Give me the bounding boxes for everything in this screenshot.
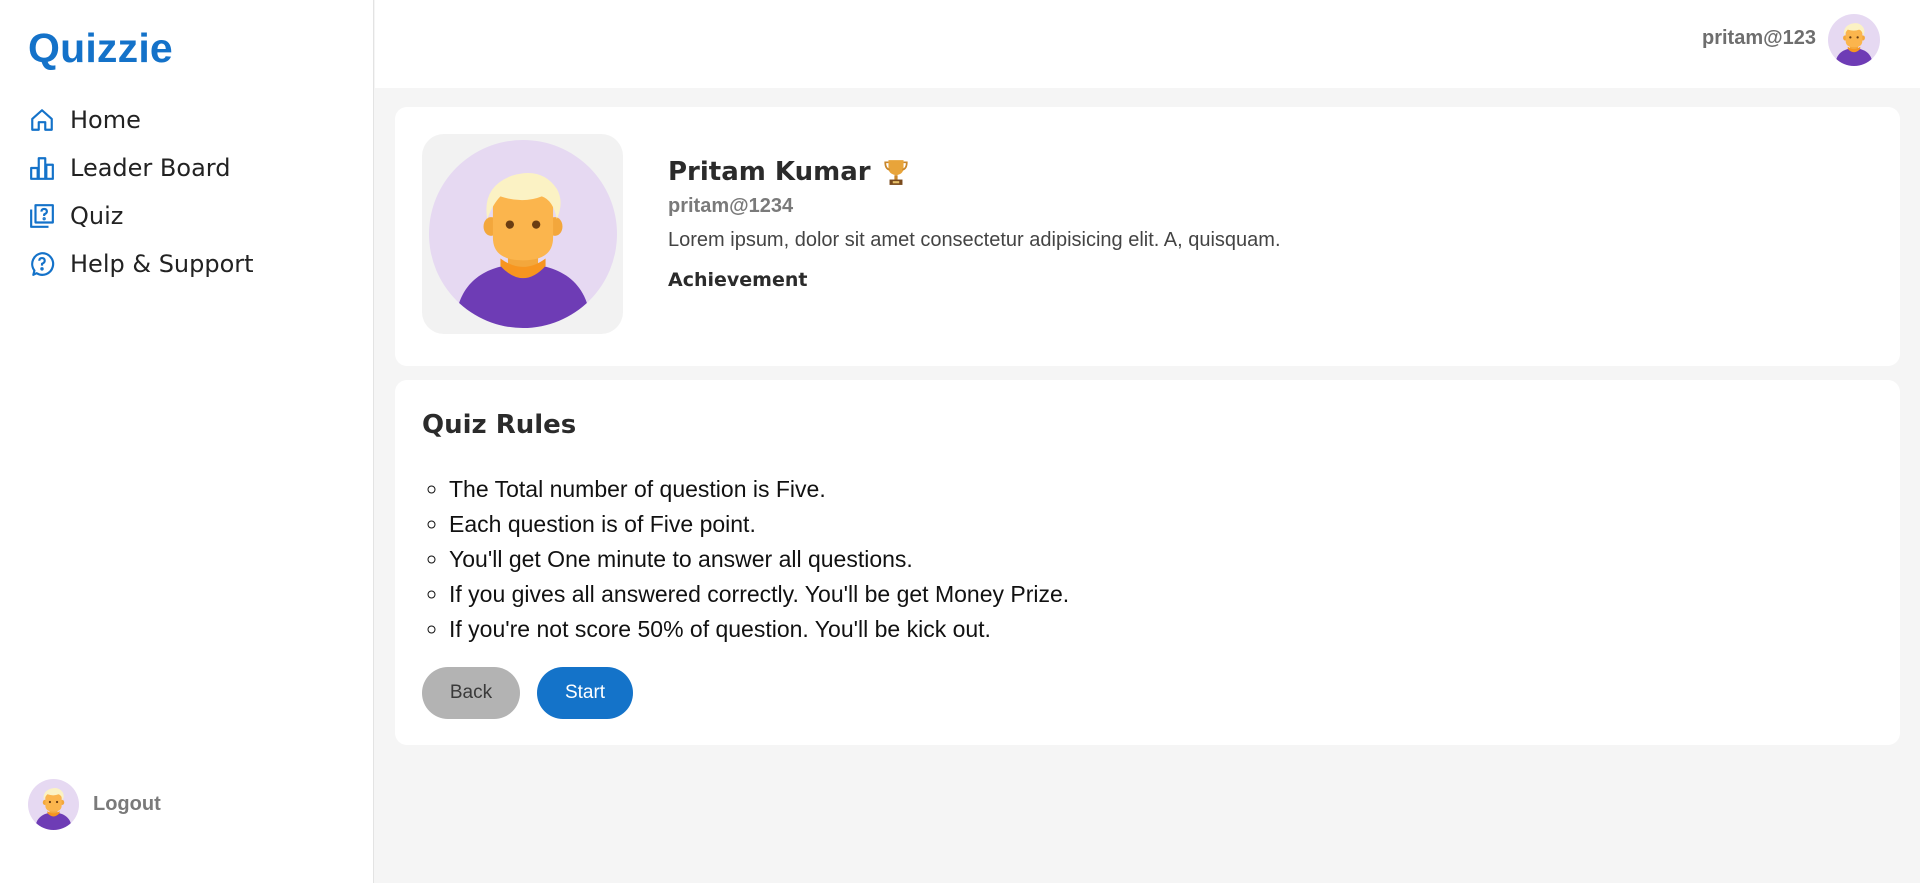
profile-card: Pritam Kumar pritam@1234 Lorem ipsum, do… <box>395 107 1900 366</box>
trophy-icon <box>883 160 908 185</box>
sidebar-item-label: Home <box>70 106 141 134</box>
profile-username: pritam@1234 <box>668 195 794 217</box>
quiz-rules-title: Quiz Rules <box>422 410 577 440</box>
home-icon <box>28 106 56 134</box>
profile-avatar-container <box>422 134 623 334</box>
sidebar-item-home[interactable]: Home <box>28 96 254 144</box>
rule-item: The Total number of question is Five. <box>449 472 1069 507</box>
top-bar: pritam@123 <box>375 0 1920 88</box>
header-avatar[interactable] <box>1828 14 1880 66</box>
leaderboard-icon <box>28 154 56 182</box>
back-button[interactable]: Back <box>422 667 520 719</box>
rule-item: Each question is of Five point. <box>449 507 1069 542</box>
rule-item: If you gives all answered correctly. You… <box>449 577 1069 612</box>
sidebar-item-label: Leader Board <box>70 154 231 182</box>
profile-avatar <box>429 140 617 328</box>
profile-name-row: Pritam Kumar <box>668 157 909 187</box>
sidebar-nav: Home Leader Board Quiz Help & Support <box>28 96 254 288</box>
sidebar: Quizzie Home Leader Board Quiz Help & Su… <box>0 0 374 883</box>
start-button[interactable]: Start <box>537 667 633 719</box>
sidebar-item-label: Help & Support <box>70 250 254 278</box>
sidebar-item-quiz[interactable]: Quiz <box>28 192 254 240</box>
profile-bio: Lorem ipsum, dolor sit amet consectetur … <box>668 229 1281 251</box>
quiz-rules-list: The Total number of question is Five. Ea… <box>449 472 1069 647</box>
sidebar-item-label: Quiz <box>70 202 124 230</box>
rule-item: If you're not score 50% of question. You… <box>449 612 1069 647</box>
sidebar-item-help-support[interactable]: Help & Support <box>28 240 254 288</box>
profile-name: Pritam Kumar <box>668 157 871 187</box>
quiz-rules-card: Quiz Rules The Total number of question … <box>395 380 1900 745</box>
app-logo[interactable]: Quizzie <box>28 25 173 72</box>
header-username: pritam@123 <box>1702 27 1816 49</box>
avatar <box>28 779 79 830</box>
logout-label: Logout <box>93 793 161 815</box>
achievement-heading: Achievement <box>668 269 808 291</box>
rule-item: You'll get One minute to answer all ques… <box>449 542 1069 577</box>
logout-button[interactable]: Logout <box>28 779 161 830</box>
quiz-icon <box>28 202 56 230</box>
help-icon <box>28 250 56 278</box>
sidebar-item-leader-board[interactable]: Leader Board <box>28 144 254 192</box>
